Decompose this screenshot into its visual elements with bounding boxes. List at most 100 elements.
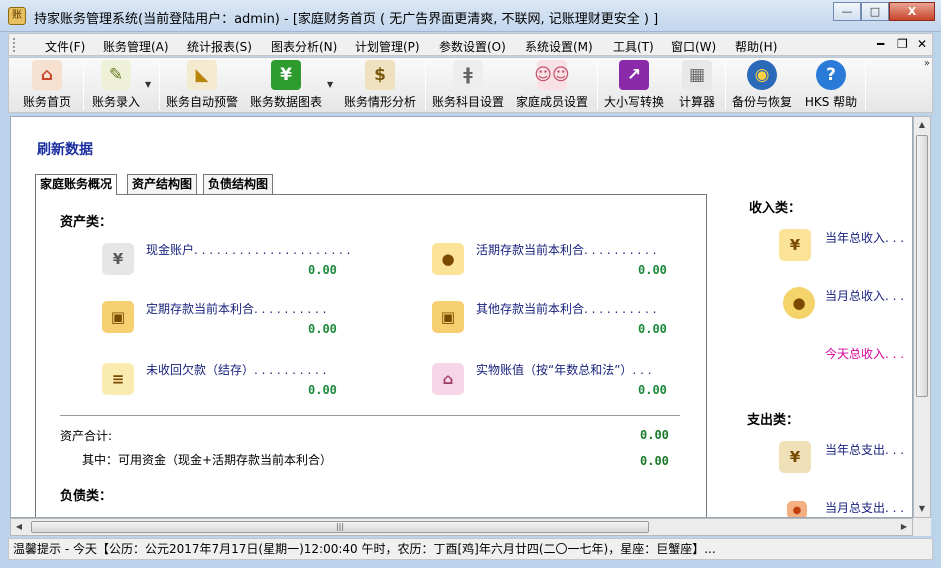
tab-asset-structure[interactable]: 资产结构图 (127, 174, 198, 194)
income-section-title: 收入类： (749, 201, 802, 216)
assets-divider (60, 415, 680, 416)
year-income-label[interactable]: 当年总收入. . . (825, 229, 904, 246)
globe-icon: ◉ (747, 60, 777, 90)
menu-charts[interactable]: 图表分析(N) (271, 38, 337, 55)
physical-assets-value: 0.00 (638, 383, 667, 397)
month-expense-label[interactable]: 当月总支出. . . (825, 499, 904, 516)
mdi-restore-button[interactable]: ❐ (897, 37, 908, 51)
toolbar-separator (725, 62, 726, 110)
tab-liability-structure[interactable]: 负债结构图 (203, 174, 274, 194)
assets-section-title: 资产类： (60, 215, 113, 230)
menu-reports[interactable]: 统计报表(S) (187, 38, 252, 55)
title-bar: 账 持家账务管理系统(当前登陆用户：admin) - [家庭财务首页 ( 无广告… (0, 0, 941, 32)
fork-knife-icon: ǂ (453, 60, 483, 90)
entry-button[interactable]: ✎ 账务录入 (87, 60, 145, 110)
fixed-deposit-value: 0.00 (308, 322, 337, 336)
coin-small-icon: ● (787, 501, 807, 517)
menu-system[interactable]: 系统设置(M) (525, 38, 593, 55)
scroll-down-icon[interactable]: ▼ (914, 501, 930, 517)
year-expense-label[interactable]: 当年总支出. . . (825, 441, 904, 458)
menu-account[interactable]: 账务管理(A) (103, 38, 169, 55)
help-button[interactable]: ? HKS 帮助 (801, 60, 861, 110)
analysis-button-label: 账务情形分析 (343, 95, 416, 109)
menu-file[interactable]: 文件(F) (45, 38, 85, 55)
entry-dropdown-icon[interactable]: ▼ (145, 80, 151, 89)
vertical-scrollbar[interactable]: ▲ ▼ (913, 116, 931, 518)
case-convert-button[interactable]: ↗ 大小写转换 (601, 60, 667, 110)
backup-button[interactable]: ◉ 备份与恢复 (729, 60, 795, 110)
fixed-deposit-label[interactable]: 定期存款当前本利合. . . . . . . . . . (146, 300, 326, 317)
menu-window[interactable]: 窗口(W) (671, 38, 716, 55)
megaphone-icon: ◣ (187, 60, 217, 90)
cash-account-value: 0.00 (308, 263, 337, 277)
demand-deposit-label[interactable]: 活期存款当前本利合. . . . . . . . . . (476, 241, 656, 258)
chart-icon: ¥ (271, 60, 301, 90)
vertical-scroll-thumb[interactable] (916, 135, 928, 397)
home-button[interactable]: ⌂ 账务首页 (15, 60, 79, 110)
horizontal-scroll-thumb[interactable]: ||| (31, 521, 649, 533)
window-title: 持家账务管理系统(当前登陆用户：admin) - [家庭财务首页 ( 无广告界面… (34, 12, 659, 27)
expense-section-title: 支出类： (747, 413, 800, 428)
month-income-label[interactable]: 当月总收入. . . (825, 287, 904, 304)
maximize-button[interactable]: □ (861, 2, 889, 21)
coin-icon: ● (783, 287, 815, 319)
menu-plan[interactable]: 计划管理(P) (355, 38, 420, 55)
menu-help[interactable]: 帮助(H) (735, 38, 777, 55)
app-icon[interactable]: 账 (8, 7, 26, 25)
family-settings-button[interactable]: ☺☺ 家庭成员设置 (513, 60, 591, 110)
receivable-label[interactable]: 未收回欠款（结存）. . . . . . . . . . (146, 361, 326, 378)
toolbar-separator (159, 62, 160, 110)
available-funds-label: 其中：可用资金（现金+活期存款当前本利合） (82, 453, 333, 467)
toolbar-separator (597, 62, 598, 110)
calculator-icon: ▦ (682, 60, 712, 90)
house-icon: ⌂ (32, 60, 62, 90)
house-goods-icon: ⌂ (432, 363, 464, 395)
other-deposit-label[interactable]: 其他存款当前本利合. . . . . . . . . . (476, 300, 656, 317)
data-chart-button[interactable]: ¥ 账务数据图表 (247, 60, 325, 110)
available-funds-value: 0.00 (640, 454, 669, 468)
toolbar-overflow-icon[interactable]: » (924, 58, 930, 69)
analysis-button[interactable]: $ 账务情形分析 (341, 60, 419, 110)
toolbar-separator (425, 62, 426, 110)
liabilities-section-title: 负债类： (60, 489, 113, 504)
mdi-close-button[interactable]: ✕ (917, 37, 927, 51)
mdi-minimize-button[interactable]: ━ (877, 37, 884, 51)
refresh-link[interactable]: 刷新数据 (37, 139, 93, 159)
scroll-up-icon[interactable]: ▲ (914, 117, 930, 133)
family-settings-button-label: 家庭成员设置 (515, 95, 588, 109)
receipt-icon: ≡ (102, 363, 134, 395)
convert-icon: ↗ (619, 60, 649, 90)
chart-dropdown-icon[interactable]: ▼ (327, 80, 333, 89)
asset-total-value: 0.00 (640, 428, 669, 442)
today-income-label[interactable]: 今天总收入. . . (825, 345, 904, 362)
window-controls: — □ X (833, 2, 935, 21)
tab-overview[interactable]: 家庭账务概况 (35, 174, 118, 195)
asset-total-label: 资产合计: (60, 429, 113, 443)
physical-assets-label[interactable]: 实物账值（按“年数总和法”）. . . (476, 361, 652, 378)
status-bar: 温馨提示 - 今天【公历：公元2017年7月17日(星期一)12:00:40 午… (8, 538, 933, 560)
menu-bar: 文件(F) 账务管理(A) 统计报表(S) 图表分析(N) 计划管理(P) 参数… (8, 33, 933, 56)
toolbar-separator (83, 62, 84, 110)
receivable-value: 0.00 (308, 383, 337, 397)
warning-button-label: 账务自动预警 (165, 95, 238, 109)
demand-deposit-value: 0.00 (638, 263, 667, 277)
menu-tools[interactable]: 工具(T) (613, 38, 654, 55)
main-content: 刷新数据 家庭账务概况 资产结构图 负债结构图 资产类： ¥ 现金账户. . .… (10, 116, 913, 518)
warning-button[interactable]: ◣ 账务自动预警 (163, 60, 241, 110)
minimize-button[interactable]: — (833, 2, 861, 21)
scroll-left-icon[interactable]: ◀ (11, 519, 27, 535)
menu-params[interactable]: 参数设置(O) (439, 38, 506, 55)
scroll-right-icon[interactable]: ▶ (896, 519, 912, 535)
help-button-label: HKS 帮助 (804, 95, 858, 109)
scroll-corner (913, 518, 931, 536)
family-icon: ☺☺ (534, 60, 570, 90)
cash-account-label[interactable]: 现金账户. . . . . . . . . . . . . . . . . . … (146, 241, 350, 258)
menu-grip[interactable] (13, 38, 17, 52)
calculator-button[interactable]: ▦ 计算器 (673, 60, 721, 110)
horizontal-scrollbar[interactable]: ◀ ||| ▶ (10, 518, 913, 536)
case-convert-button-label: 大小写转换 (603, 95, 664, 109)
banknotes-icon: ¥ (779, 441, 811, 473)
cash-icon: ¥ (102, 243, 134, 275)
subject-settings-button[interactable]: ǂ 账务科目设置 (429, 60, 507, 110)
close-button[interactable]: X (889, 2, 935, 21)
